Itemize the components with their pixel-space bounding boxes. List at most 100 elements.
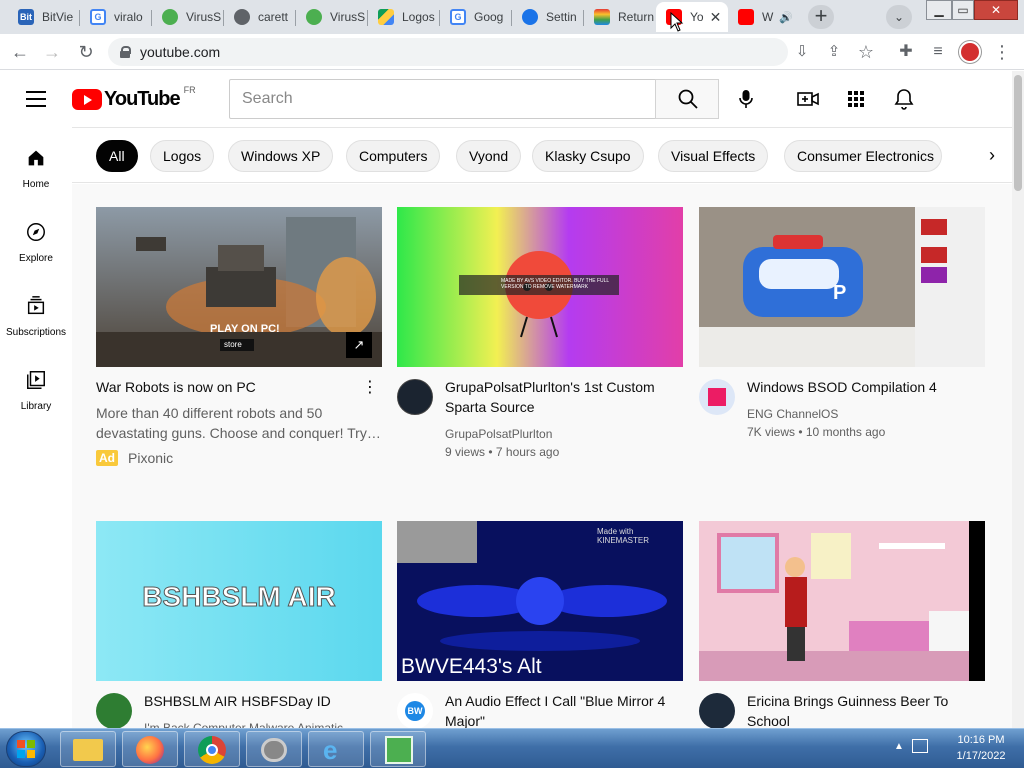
tab-bitview[interactable]: Bit BitVie — [8, 2, 80, 32]
chip-logos[interactable]: Logos — [150, 140, 215, 172]
chip-klasky-csupo[interactable]: Klasky Csupo — [532, 140, 644, 172]
tab-settings[interactable]: Settin — [512, 2, 584, 32]
tab-logos[interactable]: Logos — [368, 2, 440, 32]
notifications-bell-icon[interactable] — [892, 87, 916, 111]
youtube-logo[interactable]: YouTube FR — [72, 85, 196, 111]
google-icon: G — [90, 9, 106, 25]
channel-name[interactable]: I'm Back Computer Malware Animatic — [144, 719, 343, 728]
chip-visual-effects[interactable]: Visual Effects — [658, 140, 769, 172]
tab-search-icon[interactable]: ⌄ — [886, 5, 912, 29]
youtube-masthead: YouTube FR Search — [0, 71, 1012, 127]
clock-time[interactable]: 10:16 PM — [946, 734, 1016, 746]
video-title[interactable]: War Robots is now on PC — [96, 377, 346, 397]
taskbar-internet-explorer[interactable]: e — [308, 731, 364, 767]
youtube-play-icon — [72, 89, 102, 110]
video-thumbnail[interactable] — [699, 521, 985, 681]
media-control-icon[interactable]: ≡ — [926, 40, 950, 64]
page-scrollbar[interactable] — [1012, 71, 1024, 728]
network-icon[interactable] — [912, 739, 928, 753]
taskbar-app[interactable] — [370, 731, 426, 767]
video-title[interactable]: Ericina Brings Guinness Beer To School — [747, 691, 977, 728]
more-options-icon[interactable]: ⋮ — [362, 377, 378, 397]
tab-youtube-active[interactable]: Yo ✕ — [656, 2, 728, 32]
chip-consumer-electronics[interactable]: Consumer Electronics — [784, 140, 942, 172]
chip-all[interactable]: All — [96, 140, 138, 172]
video-thumbnail[interactable]: BSHBSLM AIR — [96, 521, 382, 681]
new-tab-button[interactable]: + — [808, 5, 834, 29]
guide-rail: Home Explore Subscriptions Library — [0, 127, 72, 727]
extensions-icon[interactable]: ✚ — [894, 40, 918, 64]
create-video-icon[interactable] — [796, 87, 820, 111]
install-app-icon[interactable]: ⇩ — [790, 40, 814, 64]
tab-google[interactable]: G Goog — [440, 2, 512, 32]
scrollbar-thumb[interactable] — [1014, 75, 1022, 191]
video-thumbnail[interactable]: PLAY ON PC! store ↗ — [96, 207, 382, 367]
channel-avatar[interactable] — [699, 379, 735, 415]
taskbar-firefox[interactable] — [122, 731, 178, 767]
start-button[interactable] — [6, 731, 46, 767]
tab-viruss-1[interactable]: VirusS — [152, 2, 224, 32]
search-input[interactable]: Search — [229, 79, 656, 119]
profile-avatar[interactable] — [958, 40, 982, 64]
video-card[interactable]: P Windows BSOD Compilation 4 ENG Channel… — [699, 207, 985, 497]
taskbar-file-explorer[interactable] — [60, 731, 116, 767]
video-title[interactable]: GrupaPolsatPlurlton's 1st Custom Sparta … — [445, 377, 675, 417]
rail-item-subscriptions[interactable]: Subscriptions — [0, 275, 72, 349]
video-thumbnail[interactable]: MADE BY AVS VIDEO EDITOR. BUY THE FULL V… — [397, 207, 683, 367]
channel-name[interactable]: GrupaPolsatPlurlton — [445, 425, 552, 443]
forward-icon[interactable]: → — [40, 40, 64, 64]
menu-icon[interactable] — [26, 91, 46, 107]
external-link-icon[interactable]: ↗ — [346, 332, 372, 358]
video-title[interactable]: Windows BSOD Compilation 4 — [747, 377, 977, 397]
video-card[interactable]: BSHBSLM AIR BSHBSLM AIR HSBFSDay ID I'm … — [96, 521, 382, 728]
microphone-icon[interactable] — [734, 87, 758, 111]
video-card[interactable]: Made with KINEMASTER BWVE443's Alt BW An… — [397, 521, 683, 728]
chip-vyond[interactable]: Vyond — [456, 140, 522, 172]
chip-computers[interactable]: Computers — [346, 140, 441, 172]
tab-youtube-2[interactable]: W 🔊 — [728, 2, 798, 32]
video-thumbnail[interactable]: Made with KINEMASTER BWVE443's Alt — [397, 521, 683, 681]
apps-grid-icon[interactable] — [844, 87, 868, 111]
taskbar-movie-maker[interactable] — [246, 731, 302, 767]
rail-item-home[interactable]: Home — [0, 127, 72, 201]
address-bar[interactable]: youtube.com — [108, 38, 788, 66]
video-card[interactable]: Ericina Brings Guinness Beer To School — [699, 521, 985, 728]
google-icon: G — [450, 9, 466, 25]
close-window-button[interactable]: ✕ — [974, 0, 1018, 20]
chrome-menu-icon[interactable]: ⋮ — [990, 40, 1014, 64]
bookmark-star-icon[interactable]: ☆ — [854, 40, 878, 64]
chip-windows-xp[interactable]: Windows XP — [228, 140, 334, 172]
tab-carett[interactable]: carett — [224, 2, 296, 32]
back-icon[interactable]: ← — [8, 40, 32, 64]
tab-viruss-2[interactable]: VirusS — [296, 2, 368, 32]
channel-name[interactable]: ENG ChannelOS — [747, 405, 838, 423]
rail-item-library[interactable]: Library — [0, 349, 72, 423]
share-icon[interactable]: ⇪ — [822, 40, 846, 64]
chevron-right-icon[interactable]: › — [972, 128, 1012, 182]
channel-avatar[interactable]: BW — [397, 693, 433, 728]
channel-avatar[interactable] — [699, 693, 735, 728]
video-card[interactable]: MADE BY AVS VIDEO EDITOR. BUY THE FULL V… — [397, 207, 683, 497]
video-title[interactable]: BSHBSLM AIR HSBFSDay ID — [144, 691, 374, 711]
maximize-button[interactable]: ▭ — [952, 0, 974, 20]
channel-avatar[interactable] — [96, 693, 132, 728]
video-thumbnail[interactable]: P — [699, 207, 985, 367]
video-title[interactable]: An Audio Effect I Call "Blue Mirror 4 Ma… — [445, 691, 675, 728]
speaker-icon[interactable]: 🔊 — [779, 11, 793, 24]
taskbar-chrome[interactable] — [184, 731, 240, 767]
search-button[interactable] — [655, 79, 719, 119]
tab-return[interactable]: Return — [584, 2, 656, 32]
show-hidden-icons-icon[interactable]: ▲ — [894, 741, 904, 752]
rail-item-explore[interactable]: Explore — [0, 201, 72, 275]
clock-date[interactable]: 1/17/2022 — [946, 750, 1016, 762]
close-tab-icon[interactable]: ✕ — [710, 9, 722, 26]
mouse-cursor-icon — [670, 12, 684, 32]
home-icon — [28, 150, 44, 166]
video-card-ad[interactable]: PLAY ON PC! store ↗ War Robots is now on… — [96, 207, 382, 497]
channel-name[interactable]: Pixonic — [128, 449, 173, 467]
reload-icon[interactable]: ↻ — [74, 40, 98, 64]
channel-avatar[interactable] — [397, 379, 433, 415]
tab-viralo[interactable]: G viralo — [80, 2, 152, 32]
minimize-button[interactable]: ▁ — [926, 0, 952, 20]
video-stats: 7K views • 10 months ago — [747, 425, 886, 439]
